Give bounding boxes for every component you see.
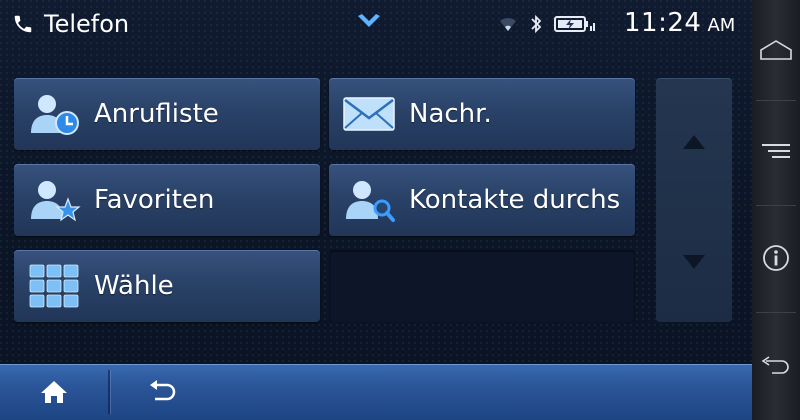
- tile-label: Nachr.: [409, 99, 492, 129]
- chevron-down-icon[interactable]: [356, 12, 382, 32]
- tile-label: Wähle: [94, 271, 174, 301]
- home-icon: [41, 381, 67, 403]
- scroll-panel: [656, 78, 732, 322]
- phone-app: Telefon 11:24 AM Anrufliste Nachr. Favor…: [0, 0, 752, 420]
- sys-divider: [756, 205, 796, 206]
- battery-charging-icon: [554, 16, 595, 32]
- status-bar: Telefon 11:24 AM: [0, 0, 752, 48]
- call-log-icon: [31, 95, 79, 135]
- menu-lines-icon: [762, 144, 790, 158]
- bluetooth-icon: [531, 14, 542, 34]
- tile-favorites[interactable]: Favoriten: [14, 164, 320, 236]
- sys-back-button[interactable]: [752, 316, 800, 416]
- tile-label: Anrufliste: [94, 99, 219, 129]
- house-outline-icon: [760, 40, 792, 60]
- clock-time: 11:24: [624, 8, 702, 38]
- system-nav-bar: [752, 0, 800, 420]
- dialpad-icon: [29, 264, 79, 308]
- sys-divider: [756, 312, 796, 313]
- envelope-icon: [343, 97, 395, 131]
- clock-ampm: AM: [707, 15, 736, 36]
- sys-info-button[interactable]: [752, 208, 800, 308]
- back-button[interactable]: [112, 364, 212, 420]
- back-arrow-icon: [150, 380, 176, 401]
- empty-tile-slot: [329, 250, 635, 322]
- wifi-icon: [500, 17, 516, 31]
- home-button[interactable]: [0, 364, 108, 420]
- scroll-down-icon[interactable]: [682, 254, 706, 270]
- sys-menu-button[interactable]: [752, 101, 800, 201]
- return-arrow-icon: [761, 356, 789, 374]
- tile-messages[interactable]: Nachr.: [329, 78, 635, 150]
- status-icons: [498, 10, 596, 38]
- tile-search-contacts[interactable]: Kontakte durchs: [329, 164, 635, 236]
- tile-call-log[interactable]: Anrufliste: [14, 78, 320, 150]
- tile-label: Favoriten: [94, 185, 215, 215]
- bottom-bar-divider: [108, 370, 110, 414]
- info-icon: [763, 245, 789, 271]
- phone-icon: [14, 15, 32, 33]
- clock: 11:24 AM: [624, 8, 735, 40]
- tile-dialpad[interactable]: Wähle: [14, 250, 320, 322]
- favorites-icon: [31, 181, 81, 222]
- scroll-up-icon[interactable]: [682, 134, 706, 150]
- contact-search-icon: [346, 181, 395, 222]
- tile-label: Kontakte durchs: [409, 185, 621, 215]
- sys-home-button[interactable]: [752, 0, 800, 100]
- app-title: Telefon: [12, 8, 129, 40]
- bottom-bar: [0, 364, 752, 420]
- app-title-text: Telefon: [44, 10, 130, 38]
